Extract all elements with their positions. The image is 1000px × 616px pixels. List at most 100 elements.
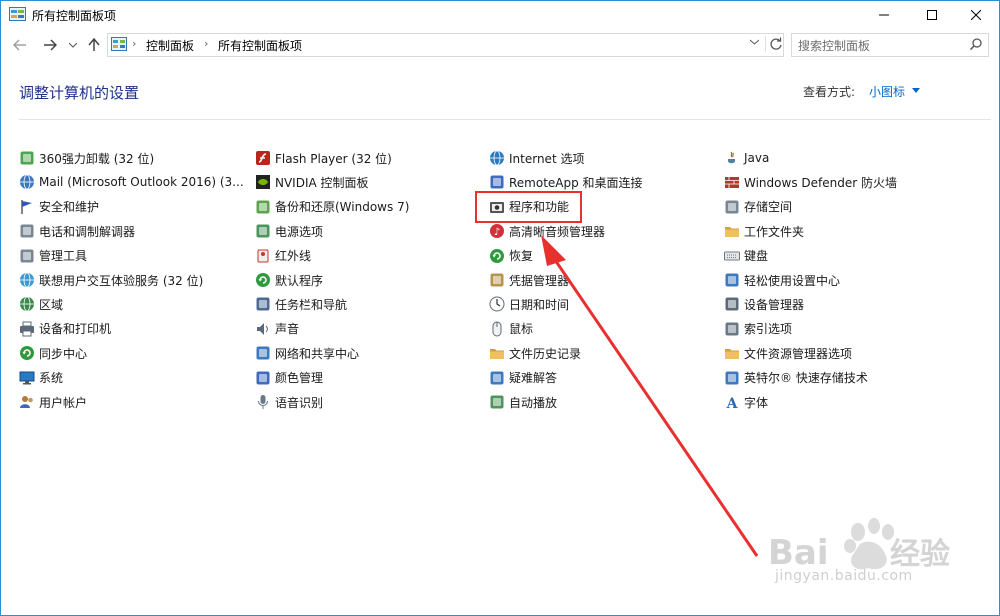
control-panel-item[interactable]: 同步中心 (19, 342, 87, 364)
control-panel-item[interactable]: 文件历史记录 (489, 342, 581, 364)
control-panel-item-label: NVIDIA 控制面板 (275, 175, 369, 190)
control-panel-item[interactable]: 存储空间 (724, 196, 792, 218)
control-panel-item-label: 用户帐户 (39, 395, 88, 410)
control-panel-item[interactable]: 日期和时间 (489, 293, 569, 315)
control-panel-icon (111, 37, 127, 51)
breadcrumb-separator[interactable]: › (204, 37, 208, 50)
control-panel-item-label: 凭据管理器 (509, 273, 570, 288)
control-panel-item[interactable]: 电话和调制解调器 (19, 220, 135, 242)
view-by-dropdown[interactable]: 小图标 (869, 83, 905, 100)
control-panel-item[interactable]: 安全和维护 (19, 196, 99, 218)
control-panel-item-label: 默认程序 (275, 273, 324, 288)
control-panel-item[interactable]: 网络和共享中心 (255, 342, 359, 364)
control-panel-item-label: RemoteApp 和桌面连接 (509, 175, 643, 190)
up-button[interactable] (85, 36, 103, 54)
control-panel-item-label: 声音 (275, 322, 300, 337)
control-panel-item-label: 鼠标 (509, 322, 534, 337)
maximize-button[interactable] (909, 1, 955, 29)
firewall-icon (724, 174, 740, 190)
control-panel-item-label: 备份和还原(Windows 7) (275, 200, 410, 215)
control-panel-item[interactable]: 联想用户交互体验服务 (32 位) (19, 269, 203, 291)
recovery-icon (489, 248, 505, 264)
chevron-down-icon[interactable] (750, 39, 759, 45)
address-bar[interactable]: › 控制面板 › 所有控制面板项 (107, 33, 784, 57)
control-panel-item[interactable]: 键盘 (724, 245, 768, 267)
search-icon[interactable] (970, 38, 982, 50)
control-panel-item[interactable]: 设备和打印机 (19, 318, 111, 340)
control-panel-item[interactable]: Mail (Microsoft Outlook 2016) (3... (19, 171, 244, 193)
control-panel-item[interactable]: NVIDIA 控制面板 (255, 171, 369, 193)
minimize-icon (879, 14, 889, 16)
search-box[interactable] (791, 33, 989, 57)
control-panel-item-label: 英特尔® 快速存储技术 (744, 371, 868, 386)
control-panel-item[interactable]: 设备管理器 (724, 293, 804, 315)
control-panel-item[interactable]: A 字体 (724, 391, 768, 413)
modem-icon (19, 223, 35, 239)
control-panel-item-label: 键盘 (744, 249, 769, 264)
work-folders-icon (724, 223, 740, 239)
control-panel-item[interactable]: 默认程序 (255, 269, 323, 291)
network-icon (255, 345, 271, 361)
control-panel-item[interactable]: 用户帐户 (19, 391, 87, 413)
control-panel-item[interactable]: 鼠标 (489, 318, 533, 340)
divider (19, 119, 991, 120)
control-panel-item-label: 联想用户交互体验服务 (32 位) (39, 273, 204, 288)
color-management-icon (255, 370, 271, 386)
back-arrow-icon (13, 39, 26, 51)
control-panel-item[interactable]: 区域 (19, 293, 63, 315)
control-panel-item-label: 文件资源管理器选项 (744, 346, 853, 361)
control-panel-item[interactable]: 管理工具 (19, 245, 87, 267)
control-panel-item-label: 电话和调制解调器 (39, 224, 136, 239)
search-input[interactable] (796, 36, 960, 55)
control-panel-item-label: 工作文件夹 (744, 224, 805, 239)
control-panel-item[interactable]: ♪ 高清晰音频管理器 (489, 220, 605, 242)
lenovo-icon (19, 272, 35, 288)
title-bar: 所有控制面板项 (1, 1, 999, 29)
control-panel-item[interactable]: 恢复 (489, 245, 533, 267)
admin-tools-icon (19, 248, 35, 264)
control-panel-item[interactable]: 文件资源管理器选项 (724, 342, 852, 364)
control-panel-item[interactable]: 语音识别 (255, 391, 323, 413)
infrared-icon (255, 248, 271, 264)
control-panel-item[interactable]: Internet 选项 (489, 147, 584, 169)
control-panel-item-label: 文件历史记录 (509, 346, 582, 361)
close-button[interactable] (953, 1, 999, 29)
control-panel-item-label: 区域 (39, 297, 64, 312)
caret-down-icon[interactable] (912, 88, 920, 93)
control-panel-item[interactable]: 英特尔® 快速存储技术 (724, 367, 868, 389)
control-panel-item[interactable]: 颜色管理 (255, 367, 323, 389)
control-panel-item[interactable]: 系统 (19, 367, 63, 389)
control-panel-item[interactable]: 凭据管理器 (489, 269, 569, 291)
storage-icon (724, 199, 740, 215)
control-panel-item[interactable]: 自动播放 (489, 391, 557, 413)
control-panel-item-label: 电源选项 (275, 224, 324, 239)
control-panel-item[interactable]: 工作文件夹 (724, 220, 804, 242)
minimize-button[interactable] (861, 1, 907, 29)
breadcrumb-all-items[interactable]: 所有控制面板项 (218, 37, 302, 54)
control-panel-item-label: Java (744, 151, 770, 165)
control-panel-item-label: 自动播放 (509, 395, 558, 410)
control-panel-item[interactable]: 疑难解答 (489, 367, 557, 389)
control-panel-item[interactable]: 360强力卸载 (32 位) (19, 147, 154, 169)
breadcrumb-control-panel[interactable]: 控制面板 (146, 37, 194, 54)
control-panel-item[interactable]: 红外线 (255, 245, 311, 267)
back-button[interactable] (11, 36, 29, 54)
control-panel-item[interactable]: Flash Player (32 位) (255, 147, 392, 169)
control-panel-item[interactable]: 备份和还原(Windows 7) (255, 196, 409, 218)
control-panel-item-label: Mail (Microsoft Outlook 2016) (3... (39, 175, 244, 190)
control-panel-item[interactable]: 索引选项 (724, 318, 792, 340)
control-panel-item[interactable]: Java (724, 147, 769, 169)
breadcrumb-separator[interactable]: › (132, 37, 136, 50)
recent-locations-button[interactable] (67, 36, 79, 54)
control-panel-item[interactable]: Windows Defender 防火墙 (724, 171, 897, 193)
autoplay-icon (489, 394, 505, 410)
highlight-box (475, 191, 582, 223)
control-panel-item[interactable]: 电源选项 (255, 220, 323, 242)
control-panel-item[interactable]: 声音 (255, 318, 299, 340)
forward-button[interactable] (41, 36, 59, 54)
control-panel-item[interactable]: 任务栏和导航 (255, 293, 347, 315)
control-panel-item-label: 颜色管理 (275, 371, 324, 386)
refresh-icon[interactable] (765, 36, 784, 52)
control-panel-item[interactable]: 轻松使用设置中心 (724, 269, 840, 291)
control-panel-item-label: 日期和时间 (509, 297, 570, 312)
